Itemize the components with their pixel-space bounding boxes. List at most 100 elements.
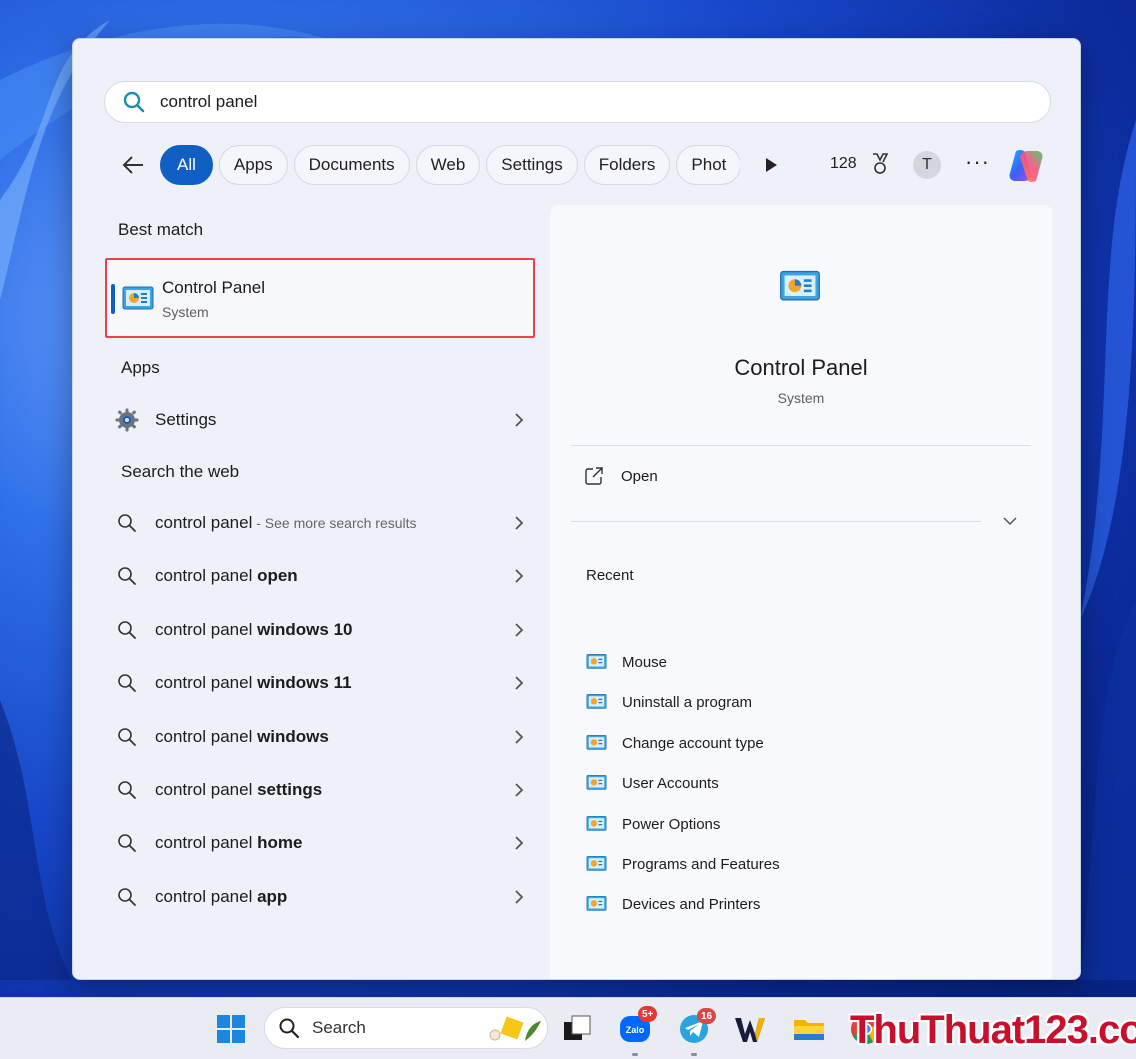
divider: [571, 521, 981, 522]
control-panel-icon: [586, 855, 607, 871]
tab-photos[interactable]: Phot: [676, 145, 740, 185]
web-result-suggestion: windows: [257, 727, 329, 746]
search-icon: [118, 781, 136, 799]
web-result-label: control panel - See more search results: [155, 513, 417, 533]
selection-indicator: [111, 284, 115, 314]
web-result-label: control panel open: [155, 566, 298, 586]
recent-item[interactable]: Programs and Features: [586, 852, 780, 876]
best-match-control-panel[interactable]: Control Panel System: [105, 258, 535, 338]
web-result-row[interactable]: control panel windows 11: [115, 663, 525, 703]
recent-item-label: Power Options: [622, 815, 721, 833]
rewards-medal-icon[interactable]: [870, 153, 890, 175]
start-search-panel: All Apps Documents Web Settings Folders …: [72, 38, 1081, 980]
web-result-prefix: control panel: [155, 513, 253, 532]
tab-documents[interactable]: Documents: [293, 145, 410, 185]
tab-web[interactable]: Web: [415, 145, 481, 185]
search-icon: [118, 567, 136, 585]
wps-writer-icon[interactable]: [733, 1012, 767, 1046]
tab-folders[interactable]: Folders: [583, 145, 671, 185]
web-result-row[interactable]: control panel - See more search results: [115, 503, 525, 543]
recent-item[interactable]: Power Options: [586, 812, 720, 836]
open-external-icon: [585, 467, 603, 485]
best-match-name: Control Panel: [162, 278, 266, 297]
web-result-label: control panel home: [155, 833, 302, 853]
taskbar-search[interactable]: Search: [264, 1007, 548, 1049]
apps-heading: Apps: [121, 358, 160, 377]
web-result-row[interactable]: control panel settings: [115, 770, 525, 810]
site-watermark: ThuThuat123.com: [850, 1008, 1136, 1052]
more-options-button[interactable]: ···: [965, 149, 990, 175]
web-result-suggestion: app: [257, 887, 288, 906]
control-panel-icon: [586, 693, 607, 709]
web-result-suggestion: open: [257, 566, 298, 585]
search-icon: [123, 91, 145, 113]
web-result-prefix: control panel: [155, 727, 258, 746]
recent-item[interactable]: Change account type: [586, 731, 764, 755]
recent-item-label: Mouse: [622, 653, 668, 671]
divider: [571, 445, 1031, 446]
web-result-suggestion: windows 10: [257, 620, 353, 639]
copilot-icon[interactable]: [1006, 147, 1046, 185]
chevron-right-icon[interactable]: [513, 674, 525, 692]
user-avatar[interactable]: T: [913, 151, 941, 179]
web-result-row[interactable]: control panel open: [115, 556, 525, 596]
recent-item[interactable]: User Accounts: [586, 771, 719, 795]
chevron-right-icon[interactable]: [513, 411, 525, 429]
best-match-heading: Best match: [118, 220, 204, 239]
web-result-suggestion: home: [257, 833, 303, 852]
web-result-prefix: control panel: [155, 673, 258, 692]
chevron-right-icon[interactable]: [513, 888, 525, 906]
recent-heading: Recent: [586, 567, 634, 584]
web-result-suggestion: windows 11: [257, 673, 352, 692]
search-highlight-icon: [489, 1016, 541, 1041]
tab-all[interactable]: All: [160, 145, 213, 185]
app-result-settings[interactable]: Settings: [115, 400, 525, 440]
recent-item-label: User Accounts: [622, 774, 719, 792]
task-view-icon[interactable]: [560, 1012, 594, 1046]
web-result-prefix: control panel: [155, 620, 258, 639]
filter-tabs: All Apps Documents Web Settings Folders …: [160, 145, 740, 185]
recent-item-label: Uninstall a program: [622, 693, 753, 711]
web-result-prefix: control panel: [155, 833, 258, 852]
back-arrow-icon[interactable]: [119, 151, 147, 179]
chevron-right-icon[interactable]: [513, 781, 525, 799]
telegram-badge: 16: [697, 1008, 717, 1024]
web-result-hint: - See more search results: [252, 515, 417, 531]
tab-settings[interactable]: Settings: [486, 145, 578, 185]
web-result-label: control panel windows 11: [155, 673, 352, 693]
file-explorer-icon[interactable]: [792, 1012, 826, 1046]
gear-icon: [115, 408, 139, 432]
telegram-app[interactable]: 16: [677, 1008, 717, 1056]
search-input[interactable]: [160, 92, 1020, 112]
web-result-row[interactable]: control panel windows 10: [115, 610, 525, 650]
web-result-row[interactable]: control panel home: [115, 823, 525, 863]
windows-start-icon[interactable]: [216, 1014, 246, 1044]
control-panel-large-icon: [780, 270, 820, 301]
play-icon[interactable]: [763, 157, 779, 173]
filter-bar: All Apps Documents Web Settings Folders …: [73, 143, 1080, 187]
control-panel-icon: [586, 815, 607, 831]
zalo-app[interactable]: Zalo 5+: [618, 1006, 658, 1056]
chevron-right-icon[interactable]: [513, 567, 525, 585]
chevron-right-icon[interactable]: [513, 728, 525, 746]
web-result-row[interactable]: control panel app: [115, 877, 525, 917]
running-indicator: [691, 1053, 697, 1056]
recent-item[interactable]: Uninstall a program: [586, 690, 752, 714]
zalo-badge: 5+: [638, 1006, 658, 1022]
web-result-row[interactable]: control panel windows: [115, 717, 525, 757]
running-indicator: [632, 1053, 638, 1056]
chevron-right-icon[interactable]: [513, 514, 525, 532]
tab-apps[interactable]: Apps: [218, 145, 288, 185]
open-action[interactable]: Open: [585, 467, 658, 485]
chevron-right-icon[interactable]: [513, 834, 525, 852]
chevron-down-icon[interactable]: [1002, 515, 1018, 527]
control-panel-icon: [586, 895, 607, 911]
web-result-suggestion: settings: [257, 780, 323, 799]
search-box[interactable]: [104, 81, 1051, 123]
preview-pane: Control Panel System Open Recent Mouse Un…: [550, 205, 1052, 979]
recent-item[interactable]: Devices and Printers: [586, 892, 760, 916]
chevron-right-icon[interactable]: [513, 621, 525, 639]
search-icon: [279, 1018, 300, 1039]
recent-item[interactable]: Mouse: [586, 650, 667, 674]
search-icon: [118, 621, 136, 639]
